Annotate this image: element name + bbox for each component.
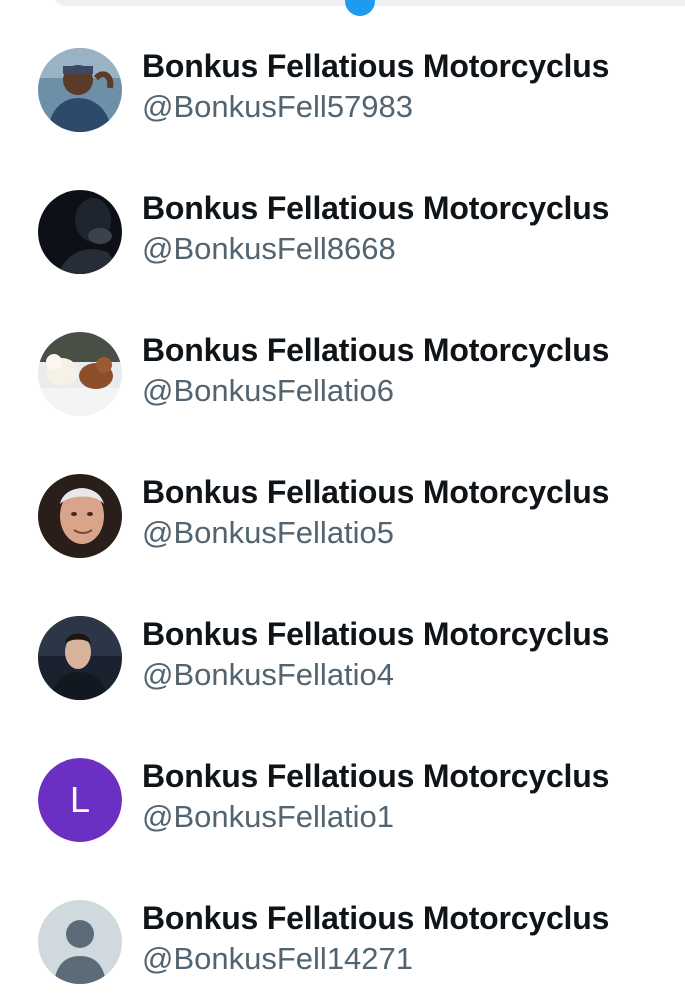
display-name: Bonkus Fellatious Motorcyclus (142, 758, 610, 794)
display-name: Bonkus Fellatious Motorcyclus (142, 474, 610, 510)
user-list-screen: Bonkus Fellatious Motorcyclus @BonkusFel… (0, 0, 685, 1000)
user-handle: @BonkusFellatio4 (142, 657, 395, 692)
user-handle: @BonkusFellatio6 (142, 373, 395, 408)
avatar[interactable]: L (38, 758, 122, 842)
user-handle: @BonkusFellatio1 (142, 799, 395, 834)
avatar-photo-grey-hair-man-icon (38, 474, 122, 558)
avatar[interactable] (38, 900, 122, 984)
display-name: Bonkus Fellatious Motorcyclus (142, 332, 610, 368)
user-row[interactable]: Bonkus Fellatious Motorcyclus @BonkusFel… (0, 142, 685, 284)
user-row[interactable]: Bonkus Fellatious Motorcyclus @BonkusFel… (0, 284, 685, 426)
avatar[interactable] (38, 190, 122, 274)
user-row[interactable]: Bonkus Fellatious Motorcyclus @BonkusFel… (0, 0, 685, 142)
avatar[interactable] (38, 616, 122, 700)
display-name: Bonkus Fellatious Motorcyclus (142, 48, 610, 84)
avatar-photo-man-dark-bg-icon (38, 616, 122, 700)
display-name: Bonkus Fellatious Motorcyclus (142, 190, 610, 226)
avatar[interactable] (38, 474, 122, 558)
avatar[interactable] (38, 332, 122, 416)
avatar[interactable] (38, 48, 122, 132)
default-person-icon (38, 900, 122, 984)
user-row[interactable]: L Bonkus Fellatious Motorcyclus @BonkusF… (0, 710, 685, 852)
display-name: Bonkus Fellatious Motorcyclus (142, 900, 610, 936)
user-row[interactable]: Bonkus Fellatious Motorcyclus @BonkusFel… (0, 852, 685, 994)
avatar-photo-dark-icon (38, 190, 122, 274)
avatar-photo-dogs-icon (38, 332, 122, 416)
user-handle: @BonkusFell57983 (142, 89, 414, 124)
user-row[interactable]: Bonkus Fellatious Motorcyclus @BonkusFel… (0, 426, 685, 568)
avatar-letter: L (38, 758, 122, 842)
user-row[interactable]: Bonkus Fellatious Motorcyclus @BonkusFel… (0, 568, 685, 710)
user-handle: @BonkusFell14271 (142, 941, 414, 976)
display-name: Bonkus Fellatious Motorcyclus (142, 616, 610, 652)
user-handle: @BonkusFell8668 (142, 231, 396, 266)
avatar-photo-man-icon (38, 48, 122, 132)
user-handle: @BonkusFellatio5 (142, 515, 395, 550)
